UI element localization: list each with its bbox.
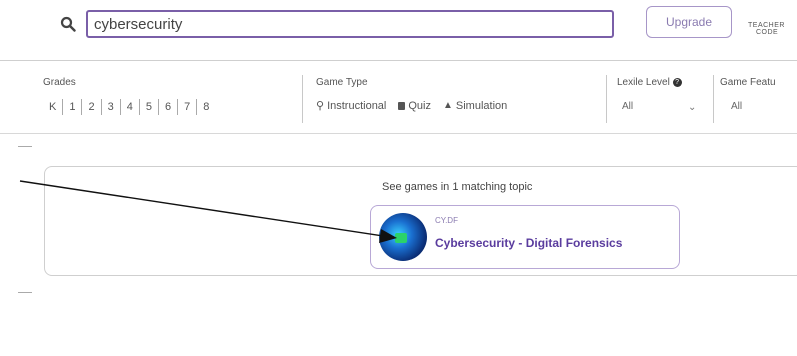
topic-code: CY.DF <box>435 216 458 225</box>
grade-7[interactable]: 7 <box>178 99 198 115</box>
lexile-level-select[interactable]: All <box>622 101 633 112</box>
game-features-label: Game Featu <box>720 77 776 88</box>
help-icon[interactable]: ? <box>672 77 682 87</box>
game-type-instructional[interactable]: ⚲ Instructional <box>316 99 387 113</box>
game-type-simulation[interactable]: ▲ Simulation <box>443 99 507 112</box>
grades-label: Grades <box>43 77 76 88</box>
game-type-label-simulation: Simulation <box>455 99 508 112</box>
grade-3[interactable]: 3 <box>102 99 121 115</box>
lexile-level-text: Lexile Level <box>617 77 670 88</box>
grade-6[interactable]: 6 <box>159 99 179 115</box>
topic-card[interactable]: CY.DF Cybersecurity - Digital Forensics <box>370 205 680 269</box>
teacher-code-line2: CODE <box>756 29 779 36</box>
results-panel: See games in 1 matching topic CY.DF Cybe… <box>44 166 797 276</box>
teacher-code-line1: TEACHER <box>748 22 785 29</box>
topic-title: Cybersecurity - Digital Forensics <box>435 236 623 250</box>
results-heading: See games in 1 matching topic <box>382 181 533 193</box>
teacher-code-link[interactable]: TEACHER CODE <box>748 22 785 36</box>
grade-k[interactable]: K <box>43 99 64 115</box>
topic-thumbnail <box>379 213 427 261</box>
grade-selector: K 1 2 3 4 5 6 7 8 <box>43 99 215 115</box>
filter-bar: Grades K 1 2 3 4 5 6 7 8 Game Type ⚲ Ins… <box>0 60 797 134</box>
filter-divider <box>713 75 714 123</box>
chevron-down-icon[interactable]: ⌄ <box>688 102 696 113</box>
game-type-label: Game Type <box>316 77 368 88</box>
grade-2[interactable]: 2 <box>82 99 102 115</box>
grade-1[interactable]: 1 <box>63 99 83 115</box>
simulation-icon: ▲ <box>443 100 453 111</box>
search-input[interactable]: cybersecurity <box>86 10 614 38</box>
quiz-icon <box>398 101 406 110</box>
search-icon <box>60 16 76 32</box>
game-type-quiz[interactable]: Quiz <box>398 99 431 112</box>
lightbulb-icon: ⚲ <box>316 100 325 112</box>
sidebar-divider <box>18 292 32 293</box>
filter-divider <box>606 75 607 123</box>
grade-5[interactable]: 5 <box>140 99 159 115</box>
game-type-label-quiz: Quiz <box>408 99 431 112</box>
game-type-label-instructional: Instructional <box>327 99 387 112</box>
sidebar-divider <box>18 146 32 147</box>
lexile-level-label: Lexile Level ? <box>617 77 682 88</box>
grade-4[interactable]: 4 <box>121 99 140 115</box>
grade-8[interactable]: 8 <box>197 99 215 115</box>
game-type-selector: ⚲ Instructional Quiz ▲ Simulation <box>316 99 507 113</box>
filter-divider <box>302 75 303 123</box>
upgrade-button[interactable]: Upgrade <box>646 6 732 38</box>
game-features-select[interactable]: All <box>731 101 742 112</box>
